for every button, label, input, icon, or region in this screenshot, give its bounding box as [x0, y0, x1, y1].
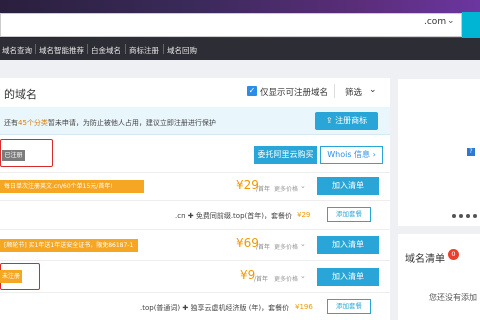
carousel-dot[interactable]	[459, 214, 463, 218]
combo-description: .top(普通词) ✚ 独享云虚机经济版 (年)，套餐价	[140, 304, 290, 312]
row-divider	[0, 292, 390, 293]
carousel-dot[interactable]	[466, 214, 470, 218]
nav-divider	[87, 44, 88, 54]
price: ¥9	[240, 268, 256, 282]
notice-highlight[interactable]: 45个分类	[18, 119, 48, 127]
whois-button[interactable]: Whois 信息 ›	[320, 146, 383, 164]
broken-image-icon: ?	[467, 148, 475, 156]
add-to-list-button[interactable]: 加入清单	[317, 177, 379, 195]
carousel-dot[interactable]	[452, 214, 456, 218]
nav-item-trademark[interactable]: 商标注册	[129, 45, 159, 56]
add-combo-button[interactable]: 添加套餐	[327, 207, 371, 222]
chevron-down-icon[interactable]: ⌄	[300, 182, 306, 190]
row-divider	[0, 260, 390, 261]
entrust-purchase-button[interactable]: 委托阿里云购买	[254, 146, 317, 164]
row-divider	[0, 200, 390, 201]
nav-item-platinum[interactable]: 白金域名	[91, 45, 121, 56]
promo-banner: [顺轮节] 买1年送1年送安全证书，限免86187-1	[0, 239, 138, 252]
add-combo-button[interactable]: 添加套餐	[327, 299, 371, 314]
more-prices-link[interactable]: 更多价格	[274, 274, 298, 283]
domain-cart	[398, 234, 480, 320]
add-to-list-button[interactable]: 加入清单	[317, 236, 379, 254]
checkbox-only-registrable[interactable]: ✓	[247, 86, 257, 96]
filter-button[interactable]: 筛选	[345, 86, 362, 98]
status-badge-unregistered: 未注册	[0, 270, 22, 283]
cart-empty-text: 您还没有添加	[429, 293, 477, 302]
nav-divider	[35, 44, 36, 54]
price-unit: /首年	[256, 244, 271, 251]
divider	[334, 84, 335, 98]
chevron-down-icon[interactable]: ⌄	[300, 272, 306, 280]
combo-description: .cn ✚ 免费同前缀.top(首年)，套餐价	[175, 212, 292, 220]
search-button[interactable]	[462, 12, 480, 38]
notice-text: 还有45个分类暂未申请，为防止被他人占用，建议立即注册进行保护	[4, 119, 216, 127]
chevron-down-icon[interactable]: ⌄	[369, 85, 377, 95]
suffix-select[interactable]: .com	[424, 17, 446, 27]
nav-item-smart-recommend[interactable]: 域名智能推荐	[39, 45, 84, 56]
only-registrable-label[interactable]: 仅显示可注册域名	[260, 86, 328, 98]
nav-divider	[125, 44, 126, 54]
row-divider	[0, 229, 390, 230]
more-prices-link[interactable]: 更多价格	[274, 184, 298, 193]
combo-price: ¥29	[297, 211, 311, 219]
register-trademark-button[interactable]: ⇪ 注册商标	[315, 112, 378, 130]
panel-title: 的域名	[4, 88, 37, 101]
more-prices-link[interactable]: 更多价格	[274, 242, 298, 251]
chevron-down-icon[interactable]: ⌄	[300, 240, 306, 248]
nav-item-buyback[interactable]: 域名回购	[167, 45, 197, 56]
status-badge-registered: 已注册	[2, 150, 25, 161]
nav-divider	[163, 44, 164, 54]
carousel-dot[interactable]	[473, 214, 477, 218]
nav-item-domain-query[interactable]: 域名查询	[2, 45, 32, 56]
domain-search-input[interactable]	[0, 13, 462, 37]
cart-title: 域名清单	[405, 254, 445, 265]
add-to-list-button[interactable]: 加入清单	[317, 268, 379, 286]
promo-banner: 每日单次注册英文.cn/60个单15元/首年!	[0, 180, 144, 193]
price-unit: /首年	[256, 186, 271, 193]
chevron-down-icon[interactable]: ⌄	[447, 16, 455, 26]
row-divider	[0, 172, 390, 173]
cart-count-badge: 0	[448, 249, 459, 260]
combo-price: ¥196	[295, 303, 313, 311]
price-unit: /首年	[254, 276, 269, 283]
